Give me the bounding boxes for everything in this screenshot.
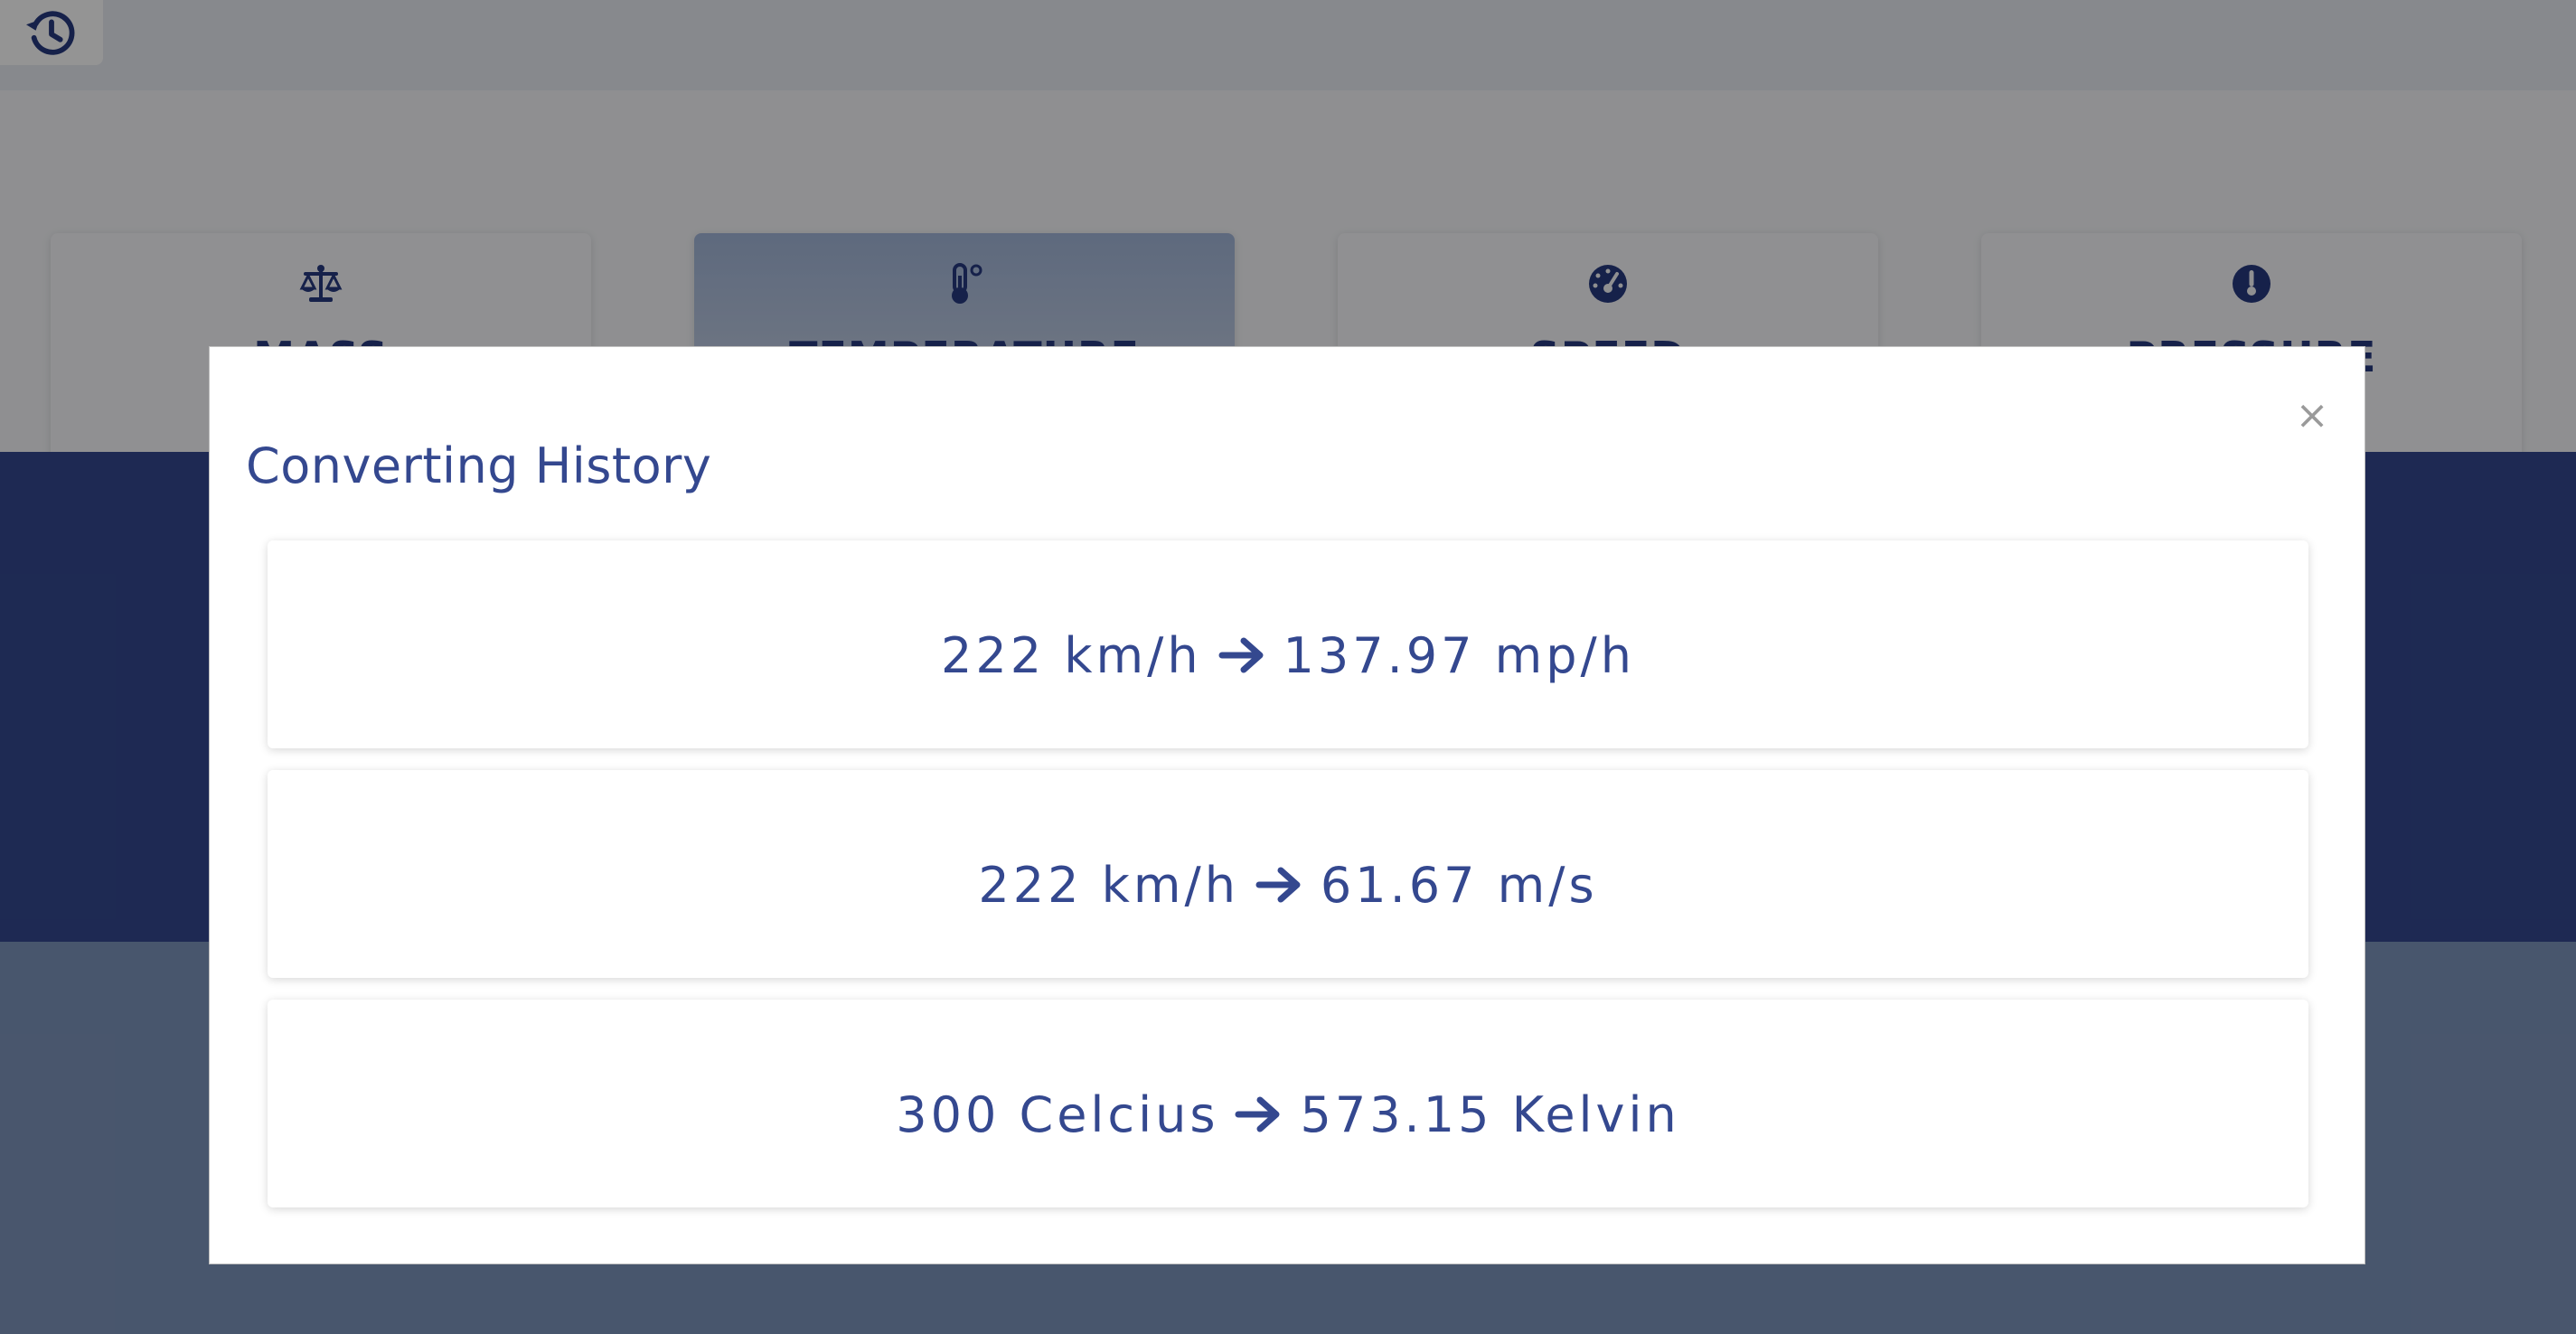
history-from-value: 222 km/h — [941, 626, 1202, 684]
history-to-value: 573.15 Kelvin — [1300, 1085, 1680, 1143]
history-from-value: 300 Celcius — [896, 1085, 1219, 1143]
history-from-value: 222 km/h — [978, 856, 1239, 914]
arrow-right-icon — [1235, 1093, 1283, 1136]
modal-title: Converting History — [246, 437, 712, 494]
history-entry[interactable]: 300 Celcius 573.15 Kelvin — [268, 1000, 2308, 1207]
history-to-value: 61.67 m/s — [1320, 856, 1598, 914]
close-icon[interactable]: × — [2292, 396, 2332, 436]
history-entry[interactable]: 222 km/h 137.97 mp/h — [268, 540, 2308, 748]
arrow-right-icon — [1218, 634, 1267, 677]
arrow-right-icon — [1255, 863, 1304, 907]
history-to-value: 137.97 mp/h — [1283, 626, 1635, 684]
history-entry[interactable]: 222 km/h 61.67 m/s — [268, 770, 2308, 978]
history-modal: Converting History × 222 km/h 137.97 mp/… — [209, 346, 2365, 1264]
